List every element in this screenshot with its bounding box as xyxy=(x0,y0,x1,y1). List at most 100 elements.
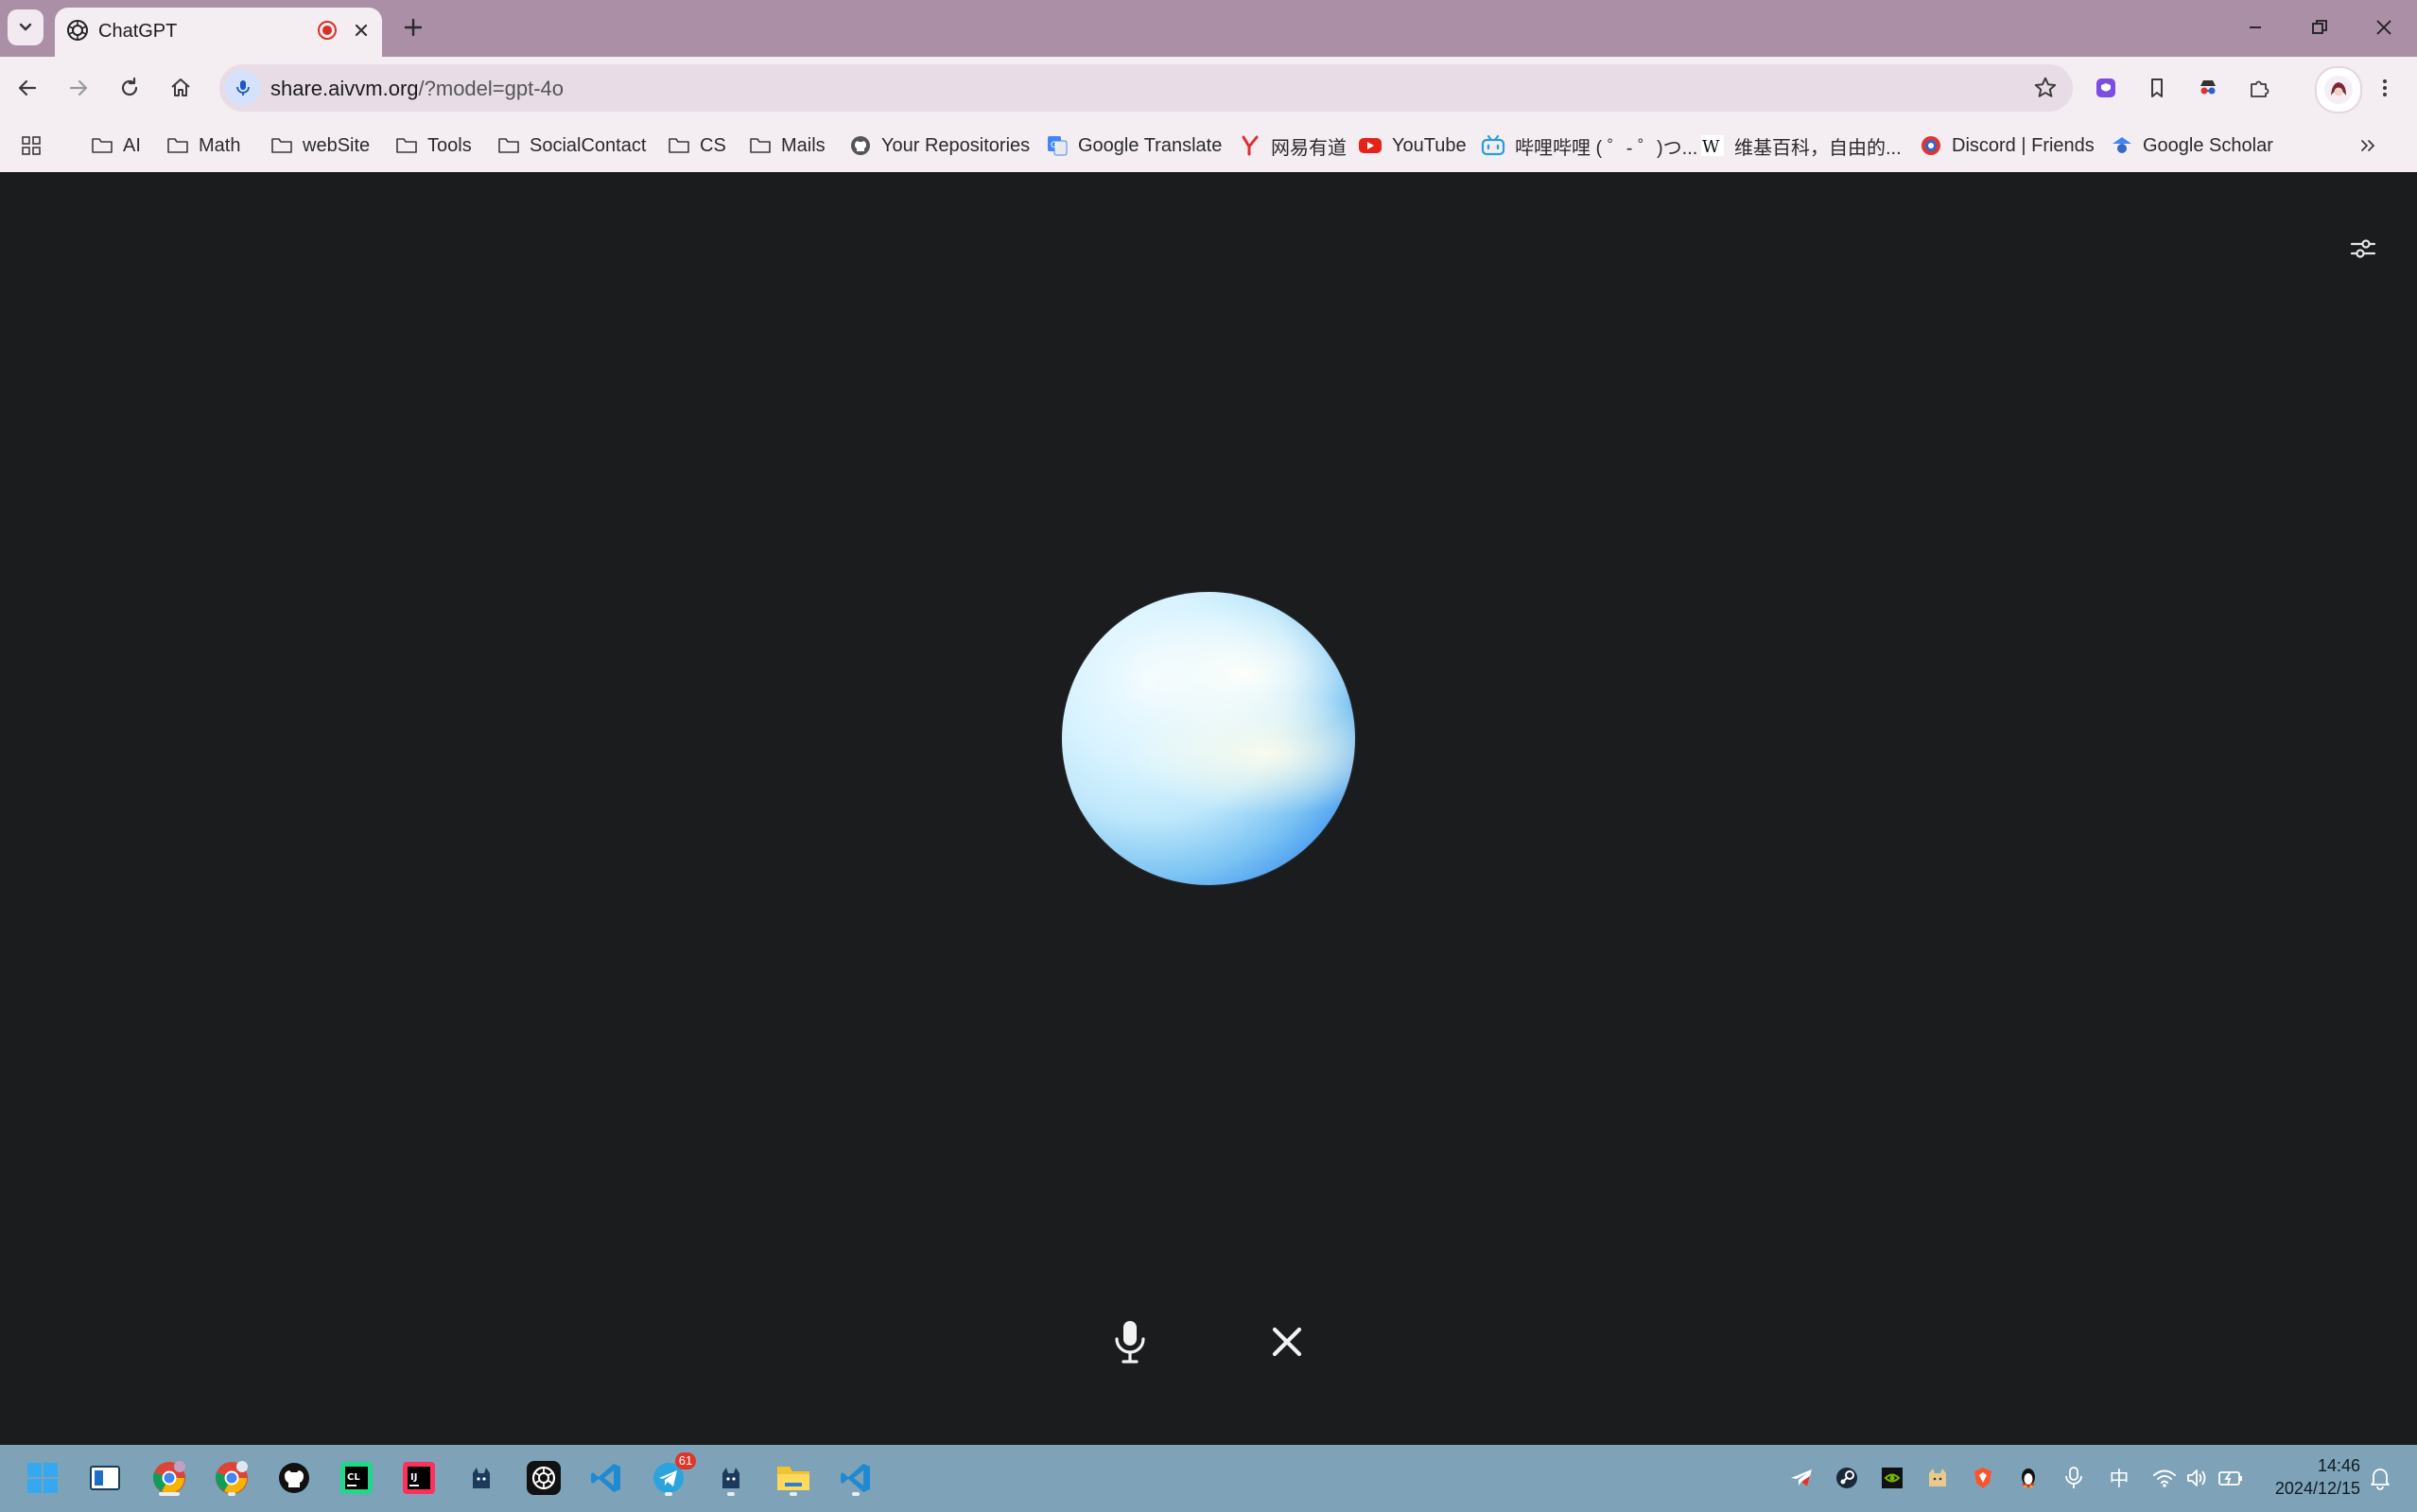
recording-icon xyxy=(318,21,337,40)
shield-icon xyxy=(1974,1468,1991,1488)
voice-mode-page xyxy=(0,172,2417,1445)
task-view-icon xyxy=(90,1466,120,1490)
tray-nvidia[interactable] xyxy=(1878,1464,1906,1492)
close-icon xyxy=(1272,1327,1302,1357)
mute-microphone-button[interactable] xyxy=(1108,1316,1152,1369)
taskbar-file-explorer[interactable] xyxy=(772,1456,815,1500)
restore-button[interactable] xyxy=(2296,9,2343,45)
extension-purple-shield[interactable] xyxy=(2086,68,2126,108)
tray-wifi[interactable] xyxy=(2150,1464,2179,1492)
bookmark-your-repositories[interactable]: Your Repositories xyxy=(849,130,1030,161)
bookmark-star-icon[interactable] xyxy=(2033,76,2058,100)
chevron-down-icon xyxy=(19,23,32,31)
steam-icon xyxy=(1836,1468,1857,1488)
active-tab[interactable]: ChatGPT xyxy=(55,8,382,57)
bookmark-folder-math[interactable]: Math xyxy=(166,130,240,161)
github-icon xyxy=(851,136,870,155)
tray-telegram[interactable] xyxy=(1787,1464,1816,1492)
folder-icon xyxy=(669,138,689,153)
tab-search-button[interactable] xyxy=(8,9,43,45)
address-bar[interactable]: share.aivvm.org/?model=gpt-4o xyxy=(219,64,2073,112)
taskbar-vscode-2[interactable] xyxy=(834,1456,878,1500)
taskbar-intellij[interactable]: IJ xyxy=(397,1456,441,1500)
bookmark-youtube[interactable]: YouTube xyxy=(1358,130,1467,161)
taskbar-vscode-1[interactable] xyxy=(584,1456,628,1500)
clion-icon: CL xyxy=(340,1462,373,1494)
google-translate-icon: G xyxy=(1048,136,1068,156)
url-text[interactable]: share.aivvm.org/?model=gpt-4o xyxy=(270,77,564,101)
bookmark-label: AI xyxy=(123,134,141,156)
qq-penguin-icon xyxy=(2022,1469,2035,1488)
extensions-menu-button[interactable] xyxy=(2239,68,2279,108)
bookmark-folder-ai[interactable]: AI xyxy=(91,130,141,161)
new-tab-button[interactable] xyxy=(395,9,431,45)
apps-grid-icon xyxy=(22,136,41,155)
bookmark-youdao[interactable]: 网易有道 xyxy=(1239,130,1347,161)
taskbar-telegram[interactable]: 61 xyxy=(647,1452,696,1500)
tray-brave[interactable] xyxy=(1969,1464,1997,1492)
bookmark-folder-socialcontact[interactable]: SocialContact xyxy=(497,130,646,161)
close-tab-icon[interactable] xyxy=(350,19,373,42)
taskbar-chrome-1[interactable] xyxy=(148,1456,191,1500)
tray-battery[interactable] xyxy=(2217,1464,2245,1492)
site-mic-permission-button[interactable] xyxy=(225,70,261,106)
wikipedia-icon: W xyxy=(1701,135,1724,157)
bookmark-folder-mails[interactable]: Mails xyxy=(749,130,826,161)
start-button[interactable] xyxy=(21,1456,64,1500)
bookmark-folder-cs[interactable]: CS xyxy=(668,130,726,161)
youtube-icon xyxy=(1359,138,1382,153)
tray-steam[interactable] xyxy=(1833,1464,1861,1492)
voice-settings-button[interactable] xyxy=(2343,229,2383,269)
minimize-button[interactable] xyxy=(2232,9,2279,45)
arrow-right-icon xyxy=(69,79,88,96)
bookmark-wikipedia[interactable]: W 维基百科，自由的... xyxy=(1700,130,1902,161)
close-window-button[interactable] xyxy=(2360,9,2408,45)
extension-spy[interactable] xyxy=(2188,68,2228,108)
chatgpt-icon xyxy=(527,1461,561,1495)
taskbar-github-desktop[interactable] xyxy=(272,1456,316,1500)
end-voice-session-button[interactable] xyxy=(1263,1318,1311,1365)
cat-icon xyxy=(722,1468,739,1488)
home-button[interactable] xyxy=(163,70,199,106)
bookmark-discord[interactable]: Discord | Friends xyxy=(1920,130,2095,161)
bookmark-label: Mails xyxy=(781,134,826,156)
bookmark-folder-tools[interactable]: Tools xyxy=(395,130,472,161)
restore-icon xyxy=(2312,20,2327,34)
more-bookmarks-button[interactable] xyxy=(2358,130,2377,161)
extension-bookmark[interactable] xyxy=(2137,68,2177,108)
close-icon xyxy=(2376,20,2391,35)
notifications-button[interactable] xyxy=(2366,1464,2394,1492)
taskbar-cat-app-1[interactable] xyxy=(460,1456,503,1500)
bookmark-label: Google Scholar xyxy=(2143,134,2273,156)
url-host: share.aivvm.org xyxy=(270,77,419,100)
taskbar-clion[interactable]: CL xyxy=(335,1456,378,1500)
bookmark-folder-website[interactable]: webSite xyxy=(270,130,370,161)
forward-button[interactable] xyxy=(61,70,96,106)
taskbar-chatgpt[interactable] xyxy=(522,1456,565,1500)
sliders-icon xyxy=(2350,239,2376,258)
tray-ime[interactable]: 中 xyxy=(2105,1464,2133,1492)
puzzle-icon xyxy=(2251,80,2269,97)
reload-button[interactable] xyxy=(112,70,148,106)
profile-avatar[interactable] xyxy=(2315,66,2362,113)
bookmark-label: Tools xyxy=(427,134,472,156)
bookmark-google-translate[interactable]: G Google Translate xyxy=(1046,130,1222,161)
chrome-icon xyxy=(152,1461,185,1494)
browser-menu-button[interactable] xyxy=(2368,68,2402,108)
bookmark-label: Math xyxy=(199,134,241,156)
back-button[interactable] xyxy=(9,70,45,106)
vscode-icon xyxy=(841,1464,870,1492)
tray-qq[interactable] xyxy=(2014,1464,2043,1492)
bookmark-google-scholar[interactable]: Google Scholar xyxy=(2111,130,2273,161)
task-view-button[interactable] xyxy=(83,1456,127,1500)
taskbar-cat-app-2[interactable] xyxy=(709,1456,753,1500)
apps-button[interactable] xyxy=(21,130,42,161)
taskbar-chrome-2[interactable] xyxy=(210,1456,253,1500)
tray-cat-app[interactable] xyxy=(1923,1464,1952,1492)
folder-icon xyxy=(750,138,771,153)
tray-volume[interactable] xyxy=(2182,1464,2211,1492)
folder-icon xyxy=(167,138,188,153)
tray-microphone[interactable] xyxy=(2060,1464,2088,1492)
system-clock[interactable]: 14:46 2024/12/15 xyxy=(2260,1454,2360,1500)
bookmark-bilibili[interactable]: 哔哩哔哩 ( ゜- ゜)つ... xyxy=(1481,130,1697,161)
